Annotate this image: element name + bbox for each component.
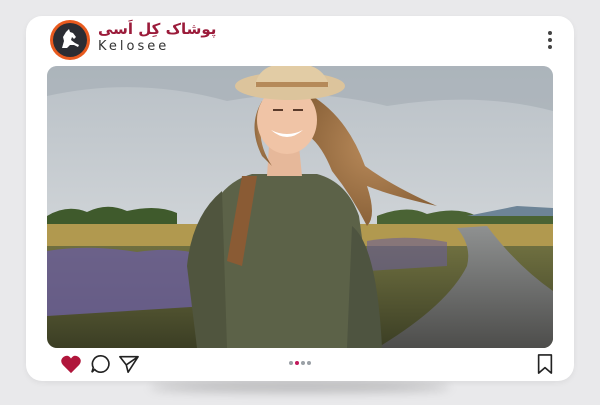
post-actions-bar (26, 352, 574, 376)
post-card: پوشاک کِل اَسی Kelosee (26, 16, 574, 381)
carousel-dot (307, 361, 311, 365)
woman-in-field-photo (47, 66, 553, 348)
share-icon[interactable] (118, 354, 140, 374)
bookmark-icon[interactable] (534, 354, 556, 374)
carousel-indicator (289, 361, 311, 365)
carousel-dot (289, 361, 293, 365)
horse-logo-icon (62, 29, 79, 48)
brand-name-english[interactable]: Kelosee (98, 39, 169, 54)
comment-icon[interactable] (90, 354, 112, 374)
more-options-icon[interactable] (546, 30, 554, 50)
heart-icon[interactable] (60, 354, 82, 374)
card-shadow (150, 382, 450, 392)
brand-name-persian[interactable]: پوشاک کِل اَسی (98, 20, 216, 38)
post-image[interactable] (47, 66, 553, 348)
brand-avatar[interactable] (50, 20, 90, 60)
carousel-dot-active (295, 361, 299, 365)
carousel-dot (301, 361, 305, 365)
